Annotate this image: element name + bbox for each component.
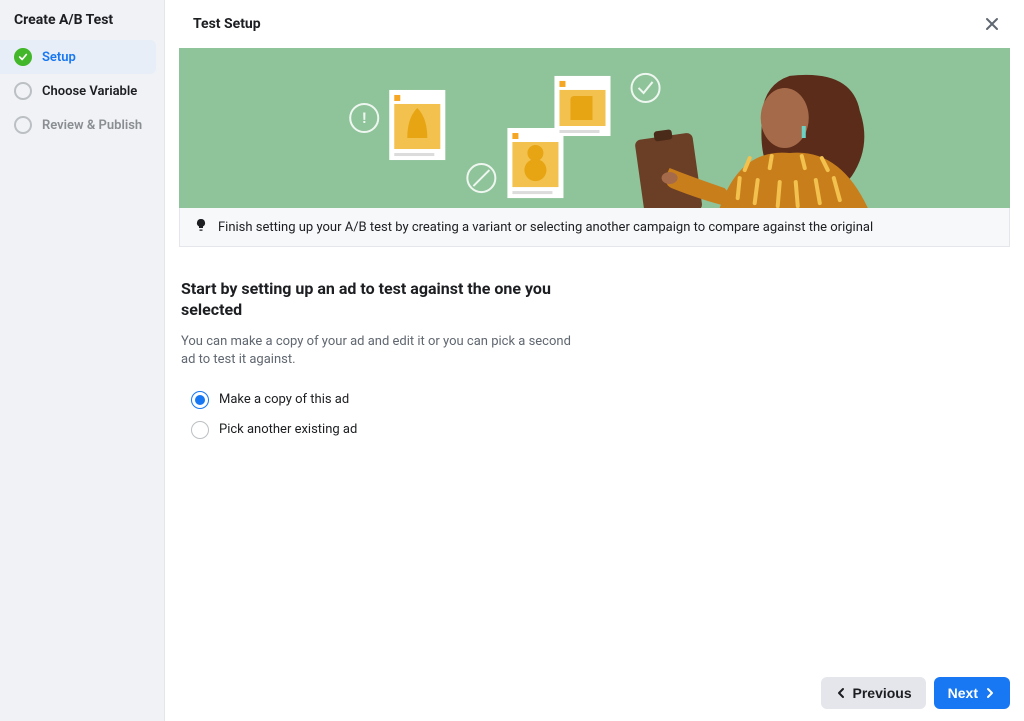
previous-button[interactable]: Previous bbox=[821, 677, 926, 709]
option-pick-existing[interactable]: Pick another existing ad bbox=[191, 421, 1024, 439]
sidebar-title: Create A/B Test bbox=[0, 12, 164, 40]
close-button[interactable] bbox=[978, 10, 1006, 38]
svg-text:!: ! bbox=[362, 109, 366, 127]
content-description: You can make a copy of your ad and edit … bbox=[181, 333, 581, 369]
option-label: Pick another existing ad bbox=[219, 422, 357, 437]
footer: Previous Next bbox=[821, 677, 1011, 709]
content: Start by setting up an ad to test agains… bbox=[165, 247, 1024, 721]
option-label: Make a copy of this ad bbox=[219, 392, 349, 407]
step-label: Setup bbox=[42, 50, 76, 65]
radio-icon bbox=[191, 421, 209, 439]
hint-bar: Finish setting up your A/B test by creat… bbox=[179, 208, 1010, 247]
chevron-left-icon bbox=[835, 687, 847, 699]
previous-label: Previous bbox=[853, 685, 912, 701]
step-label: Choose Variable bbox=[42, 84, 137, 99]
content-heading: Start by setting up an ad to test agains… bbox=[181, 279, 581, 321]
next-button[interactable]: Next bbox=[934, 677, 1010, 709]
main-panel: Test Setup ! bbox=[165, 0, 1024, 721]
circle-icon bbox=[14, 82, 32, 100]
option-make-copy[interactable]: Make a copy of this ad bbox=[191, 391, 1024, 409]
page-title: Test Setup bbox=[193, 16, 261, 32]
lightbulb-icon bbox=[194, 218, 208, 236]
step-choose-variable[interactable]: Choose Variable bbox=[0, 74, 164, 108]
radio-icon bbox=[191, 391, 209, 409]
close-icon bbox=[984, 16, 1000, 32]
check-icon bbox=[14, 48, 32, 66]
chevron-right-icon bbox=[984, 687, 996, 699]
hint-text: Finish setting up your A/B test by creat… bbox=[218, 220, 873, 235]
step-label: Review & Publish bbox=[42, 118, 142, 133]
next-label: Next bbox=[948, 685, 978, 701]
circle-icon bbox=[14, 116, 32, 134]
main-header: Test Setup bbox=[165, 0, 1024, 48]
hero-illustration: ! bbox=[179, 48, 1010, 208]
sidebar: Create A/B Test Setup Choose Variable Re… bbox=[0, 0, 165, 721]
step-review-publish[interactable]: Review & Publish bbox=[0, 108, 164, 142]
step-setup[interactable]: Setup bbox=[0, 40, 156, 74]
